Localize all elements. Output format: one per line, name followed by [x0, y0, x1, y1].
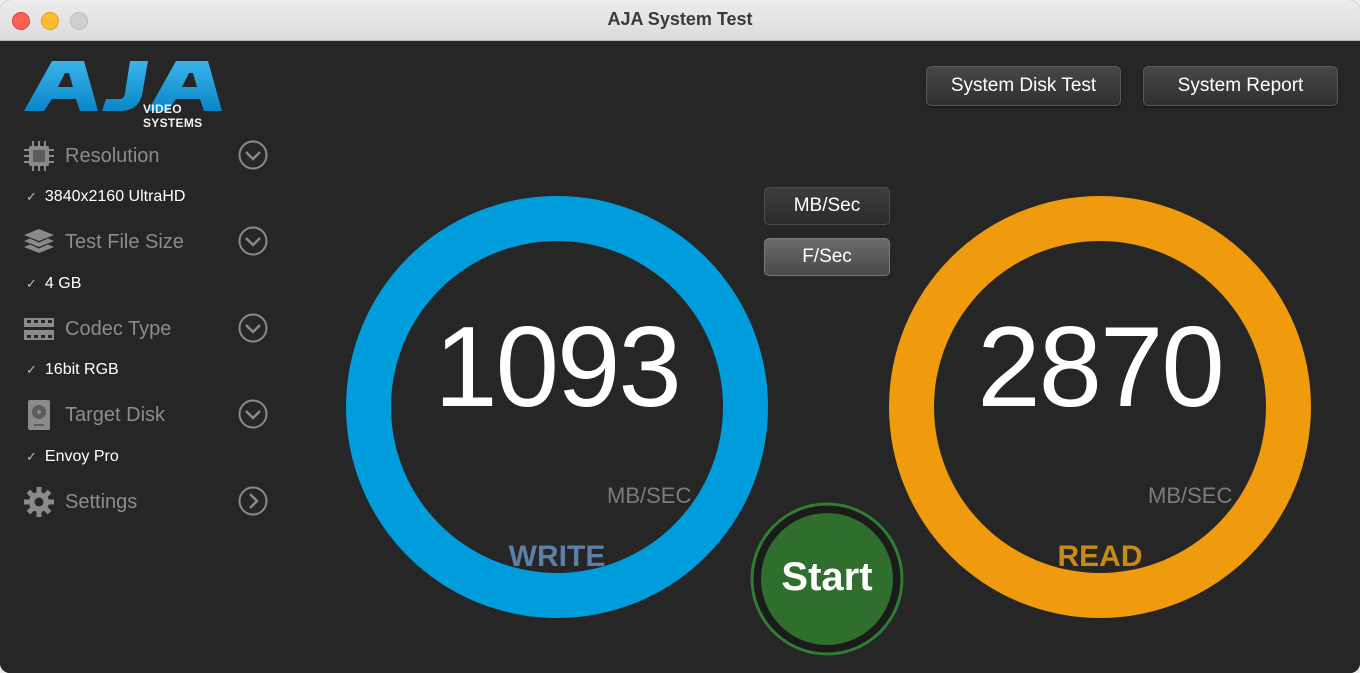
- start-button[interactable]: Start: [750, 502, 904, 656]
- target-disk-section[interactable]: Target Disk: [22, 398, 272, 438]
- gear-icon: [24, 487, 54, 517]
- check-icon: ✓: [26, 276, 37, 291]
- window-title: AJA System Test: [607, 9, 753, 29]
- target-disk-value-text: Envoy Pro: [44, 448, 119, 465]
- title-bar: AJA System Test: [0, 0, 1360, 41]
- logo-subtitle: VIDEO SYSTEMS: [143, 102, 203, 130]
- f-sec-button[interactable]: F/Sec: [764, 238, 890, 276]
- read-gauge: 2870 MB/SEC READ: [888, 195, 1312, 619]
- system-disk-test-button[interactable]: System Disk Test: [926, 66, 1121, 106]
- resolution-label: Resolution: [65, 145, 160, 167]
- settings-label: Settings: [65, 491, 138, 513]
- mb-sec-button[interactable]: MB/Sec: [764, 187, 890, 225]
- chevron-down-icon[interactable]: [238, 313, 268, 343]
- layers-icon: [24, 229, 54, 253]
- read-unit-label: MB/SEC: [1148, 483, 1233, 508]
- codec-type-value-text: 16bit RGB: [44, 361, 119, 378]
- read-label: READ: [1057, 540, 1143, 573]
- write-unit-label: MB/SEC: [607, 483, 692, 508]
- system-report-button[interactable]: System Report: [1143, 66, 1338, 106]
- hard-disk-icon: [28, 400, 50, 430]
- film-strip-icon: [24, 318, 54, 340]
- resolution-value-text: 3840x2160 UltraHD: [44, 188, 186, 205]
- start-label: Start: [781, 555, 873, 599]
- target-disk-label: Target Disk: [65, 404, 166, 426]
- test-file-size-label: Test File Size: [65, 231, 184, 253]
- codec-type-label: Codec Type: [65, 318, 172, 340]
- write-label: WRITE: [508, 540, 606, 573]
- resolution-section[interactable]: Resolution: [22, 139, 272, 179]
- main-content: VIDEO SYSTEMS Resolution ✓ 3840x2160 Ult…: [0, 41, 1360, 673]
- app-window: AJA System Test VIDEO SYSTEMS Resolution…: [0, 0, 1360, 673]
- test-file-size-value: ✓ 4 GB: [26, 275, 81, 293]
- aja-logo: VIDEO SYSTEMS: [22, 55, 242, 130]
- read-speed-value: 2870: [977, 304, 1225, 431]
- check-icon: ✓: [26, 449, 37, 464]
- resolution-value: ✓ 3840x2160 UltraHD: [26, 188, 185, 206]
- chevron-down-icon[interactable]: [238, 226, 268, 256]
- codec-type-section[interactable]: Codec Type: [22, 312, 272, 352]
- settings-section[interactable]: Settings: [22, 485, 272, 525]
- chevron-down-icon[interactable]: [238, 140, 268, 170]
- check-icon: ✓: [26, 362, 37, 377]
- test-file-size-value-text: 4 GB: [44, 275, 82, 292]
- write-gauge: 1093 MB/SEC WRITE: [345, 195, 769, 619]
- write-speed-value: 1093: [434, 304, 682, 431]
- chevron-down-icon[interactable]: [238, 399, 268, 429]
- codec-type-value: ✓ 16bit RGB: [26, 361, 119, 379]
- chevron-right-icon[interactable]: [238, 486, 268, 516]
- test-file-size-section[interactable]: Test File Size: [22, 225, 272, 265]
- chip-icon: [24, 141, 54, 171]
- target-disk-value: ✓ Envoy Pro: [26, 448, 119, 466]
- check-icon: ✓: [26, 189, 37, 204]
